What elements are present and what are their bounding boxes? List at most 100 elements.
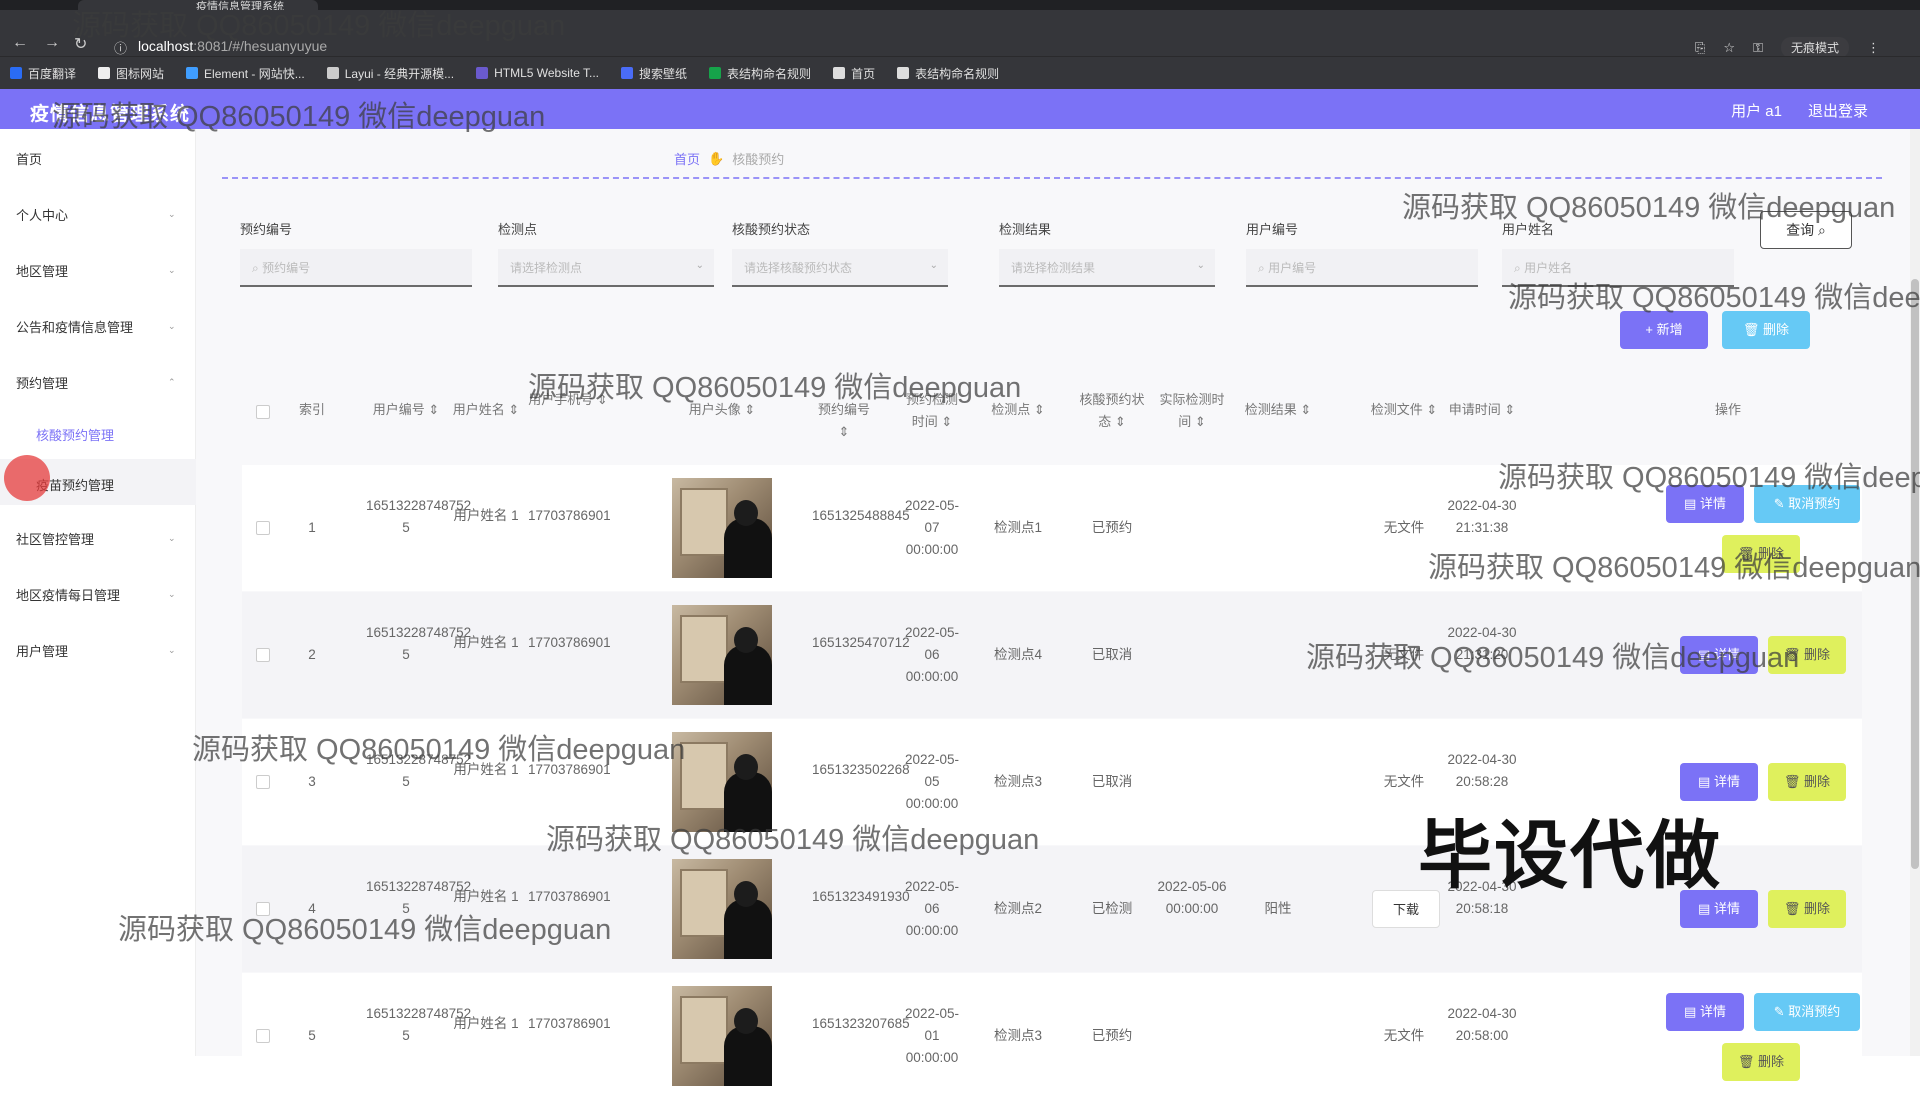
filter-select[interactable]: 请选择检测结果 ⌄ [999,249,1215,287]
filter-placeholder: 用户姓名 [1524,261,1573,275]
sidebar-item-region[interactable]: 地区管理 [16,261,68,280]
incognito-badge[interactable]: 无痕模式 [1780,37,1849,58]
sidebar-item-personal[interactable]: 个人中心 [16,205,68,224]
bookmark-item[interactable]: Element - 网站快... [186,65,305,82]
table-row[interactable]: 5 16513228748752 5 用户姓名 1 17703786901 165132… [242,973,1862,1099]
cell-status: 已检测 [1091,901,1133,916]
avatar [672,605,772,705]
delete-button[interactable]: 🗑 删除 [1768,763,1846,801]
file-icon: ▤ [1698,774,1714,789]
bookmark-icon [186,67,199,79]
filter-select[interactable]: 请选择核酸预约状态 ⌄ [732,249,948,287]
user-label[interactable]: 用户 a1 [1731,100,1782,121]
column-header[interactable]: 检测结果 ⇕ [1238,399,1318,421]
column-header[interactable]: 预约检测时间 ⇕ [900,389,964,433]
column-header[interactable]: 预约编号 ⇕ [812,399,876,443]
row-checkbox[interactable] [256,521,270,535]
sort-icon[interactable]: ⇕ [505,402,519,417]
filter-input[interactable]: ⌕ 预约编号 [240,249,472,287]
query-button[interactable]: 查询 ⌕ [1760,211,1852,249]
sidebar-item-notice[interactable]: 公告和疫情信息管理 [16,317,133,336]
cancel-booking-button[interactable]: ✎ 取消预约 [1754,485,1860,523]
filter-select[interactable]: 请选择检测点 ⌄ [498,249,714,287]
bookmark-star-icon[interactable]: ☆ [1723,40,1735,56]
cell-site: 检测点3 [993,1028,1042,1043]
cell-booking-no: 1651325470712 [812,635,910,650]
sort-icon[interactable]: ⇕ [741,402,755,417]
delete-button[interactable]: 🗑 删除 [1722,1043,1800,1081]
cancel-booking-button[interactable]: ✎ 取消预约 [1754,993,1860,1031]
filter-input[interactable]: ⌕ 用户姓名 [1502,249,1734,287]
bookmark-item[interactable]: HTML5 Website T... [476,66,599,80]
column-header[interactable]: 检测点 ⇕ [986,399,1050,421]
detail-button[interactable]: ▤ 详情 [1680,636,1758,674]
column-header[interactable]: 核酸预约状态 ⇕ [1074,389,1150,433]
column-header[interactable]: 实际检测时间 ⇕ [1156,389,1228,433]
avatar [672,986,772,1086]
bookmark-item[interactable]: 表结构命名规则 [709,65,811,82]
browser-tab[interactable]: 疫情信息管理系统 [78,0,318,13]
delete-button[interactable]: 🗑 删除 [1722,535,1800,573]
menu-dots-icon[interactable]: ⋮ [1867,40,1880,56]
row-checkbox[interactable] [256,648,270,662]
bookmark-item[interactable]: 百度翻译 [10,65,76,82]
sort-icon[interactable]: ⇕ [1501,402,1515,417]
sort-icon[interactable]: ⇕ [1030,402,1045,417]
table-row[interactable]: 2 16513228748752 5 用户姓名 1 17703786901 165132… [242,592,1862,718]
bookmark-item[interactable]: Layui - 经典开源模... [326,65,454,82]
column-header[interactable]: 索引 [290,399,334,421]
bookmark-item[interactable]: 首页 [833,65,875,82]
delete-button[interactable]: 🗑 删除 [1768,890,1846,928]
bookmark-item[interactable]: 搜索壁纸 [621,65,687,82]
bookmark-item[interactable]: 表结构命名规则 [897,65,999,82]
delete-button[interactable]: 🗑 删除 [1768,636,1846,674]
avatar [672,859,772,959]
add-button[interactable]: + 新增 [1620,311,1708,349]
sort-icon[interactable]: ⇕ [1423,402,1437,417]
sidebar-item-booking[interactable]: 预约管理 [16,373,68,392]
select-all-checkbox[interactable] [256,405,270,419]
sidebar-item-users[interactable]: 用户管理 [16,641,68,660]
logout-link[interactable]: 退出登录 [1808,100,1868,121]
forward-icon[interactable]: → [44,34,60,52]
sidebar-subitem-nucleic[interactable]: 核酸预约管理 [36,425,114,444]
page-scrollbar[interactable] [1910,129,1920,1056]
row-checkbox[interactable] [256,775,270,789]
sort-icon[interactable]: ⇕ [839,424,850,439]
url-input[interactable]: localhost:8081/#/hesuanyuyue [138,38,327,54]
bookmark-icon [10,67,22,79]
sort-icon[interactable]: ⇕ [425,402,439,417]
sort-icon[interactable]: ⇕ [1111,414,1126,429]
bookmark-item[interactable]: 图标网站 [98,65,164,82]
table-row[interactable]: 1 16513228748752 5 用户姓名 1 17703786901 165132… [242,465,1862,591]
batch-delete-button[interactable]: 🗑 删除 [1722,311,1810,349]
bookmark-label: 表结构命名规则 [727,66,812,81]
scrollbar-thumb[interactable] [1911,279,1919,869]
column-header[interactable]: 用户手机号 ⇕ [528,389,608,411]
sort-icon[interactable]: ⇕ [938,414,952,429]
detail-button[interactable]: ▤ 详情 [1666,993,1744,1031]
row-checkbox[interactable] [256,1029,270,1043]
detail-button[interactable]: ▤ 详情 [1666,485,1744,523]
column-header[interactable]: 操作 [1618,399,1838,421]
sidebar-item-community[interactable]: 社区管控管理 [16,529,94,548]
column-header[interactable]: 用户姓名 ⇕ [448,399,524,421]
site-info-icon[interactable]: ⓘ [114,38,127,57]
column-header[interactable]: 用户编号 ⇕ [366,399,446,421]
translate-icon[interactable]: ⎘ [1695,40,1705,56]
reload-icon[interactable]: ↻ [74,34,87,54]
sidebar-item-home[interactable]: 首页 [16,149,42,168]
sort-icon[interactable]: ⇕ [1297,402,1311,417]
cell-file: 无文件 [1383,520,1425,535]
sidebar-item-daily[interactable]: 地区疫情每日管理 [16,585,120,604]
filter-input[interactable]: ⌕ 用户编号 [1246,249,1478,287]
trash-icon: 🗑 [1737,546,1759,561]
sort-icon[interactable]: ⇕ [1191,414,1206,429]
row-checkbox[interactable] [256,902,270,916]
column-header[interactable]: 申请时间 ⇕ [1442,399,1522,421]
column-header[interactable]: 用户头像 ⇕ [632,399,812,421]
key-icon[interactable]: ⚿ [1753,40,1763,56]
sort-icon[interactable]: ⇕ [593,392,608,407]
back-icon[interactable]: ← [12,34,28,52]
breadcrumb-home[interactable]: 首页 [674,149,700,168]
